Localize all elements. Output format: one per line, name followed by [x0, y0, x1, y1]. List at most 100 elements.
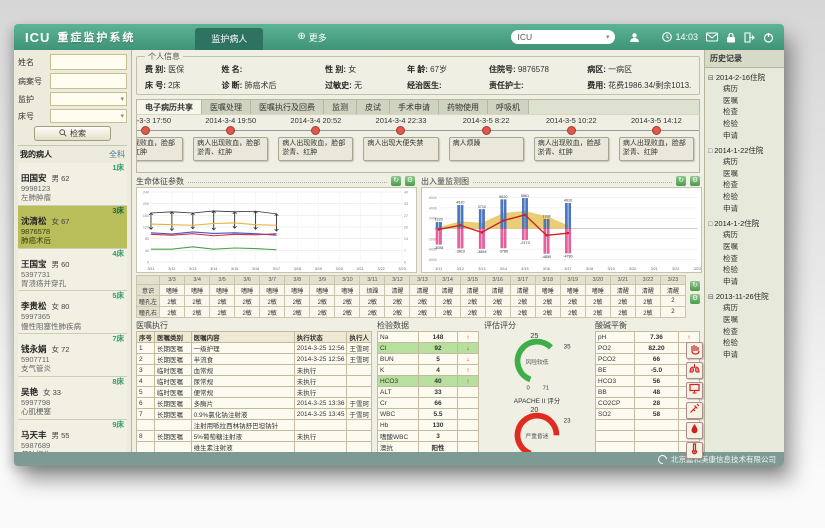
bed-select[interactable]: ▾ [50, 109, 127, 123]
tree-toggle-icon[interactable]: ⊟ [708, 294, 714, 301]
history-item[interactable]: 病历 [705, 83, 784, 95]
history-item[interactable]: 病历 [705, 156, 784, 168]
history-item[interactable]: 医嘱 [705, 95, 784, 107]
order-row[interactable]: 注射用哌拉西林钠舒巴坦钠针 [137, 420, 372, 431]
history-item[interactable]: 检查 [705, 106, 784, 118]
module-tab-6[interactable]: 手术申请 [390, 100, 439, 114]
svg-text:4510: 4510 [456, 201, 464, 205]
tab-my-patients[interactable]: 我的病人 [20, 149, 52, 160]
history-group-header[interactable]: □2014-1-22住院 [705, 145, 784, 156]
order-row[interactable]: 2长期医嘱半流食2014-3-25 12:56王雪珂 [137, 354, 372, 365]
logout-icon[interactable] [744, 32, 755, 43]
history-item[interactable]: 申请 [705, 276, 784, 288]
timeline-event[interactable]: 病人烦躁 [449, 137, 524, 161]
tree-toggle-icon[interactable]: □ [708, 221, 712, 228]
lungs-button[interactable] [686, 362, 703, 379]
module-tab-8[interactable]: 呼吸机 [488, 100, 529, 114]
main-panel: 个人信息 费 别: 医保姓 名: 性 别: 女年 龄: 67岁住院号: 9876… [132, 50, 704, 452]
patient-name-row: 沈清松女 67 [21, 215, 124, 227]
care-select[interactable]: ▾ [50, 92, 127, 106]
order-row[interactable]: 维生素注射液 [137, 442, 372, 453]
order-row[interactable]: 4临时医嘱尿常规未执行 [137, 376, 372, 387]
timeline-event[interactable]: 病人出现败血，脸部淤青、红肿 [193, 137, 268, 161]
power-icon[interactable] [763, 32, 774, 43]
history-item[interactable]: 检验 [705, 118, 784, 130]
patient-list-item[interactable]: 5床李贵松女 805997365慢性阻塞性肺疾病 [18, 291, 127, 334]
settings-icon[interactable]: ⚙ [690, 176, 700, 186]
settings-icon[interactable]: ⚙ [405, 176, 415, 186]
history-group-header[interactable]: □2014-1-2住院 [705, 218, 784, 229]
mail-icon[interactable] [706, 32, 718, 42]
tab-monitor-patients[interactable]: 监护病人 [195, 28, 263, 50]
refresh-icon[interactable]: ↻ [690, 281, 700, 291]
name-input[interactable] [50, 54, 127, 70]
monitor-button[interactable] [686, 382, 703, 399]
patient-list-item[interactable]: 4床王国宝男 605397731胃溃疡并穿孔 [18, 249, 127, 292]
module-tab-4[interactable]: 监测 [324, 100, 357, 114]
history-item[interactable]: 病历 [705, 229, 784, 241]
user-icon[interactable] [629, 32, 640, 43]
settings-icon[interactable]: ⚙ [690, 294, 700, 304]
refresh-icon[interactable]: ↻ [676, 176, 686, 186]
module-tab-5[interactable]: 皮试 [357, 100, 390, 114]
department-select[interactable]: ICU ▾ [511, 30, 615, 44]
lock-icon[interactable] [726, 32, 736, 43]
order-row[interactable]: 7长期医嘱0.9%氯化钠注射液2014-3-25 13:45于雪珂 [137, 409, 372, 420]
tree-toggle-icon[interactable]: ⊟ [708, 75, 714, 82]
history-item[interactable]: 检查 [705, 179, 784, 191]
module-tab-1[interactable]: 电子病历共享 [137, 100, 202, 114]
history-item[interactable]: 检验 [705, 337, 784, 349]
history-item[interactable]: 检查 [705, 326, 784, 338]
order-row[interactable]: 5临时医嘱便常规未执行 [137, 387, 372, 398]
history-item[interactable]: 医嘱 [705, 168, 784, 180]
hand-button[interactable] [686, 342, 703, 359]
obs-cell: 清醒 [385, 285, 410, 296]
patient-list-item[interactable]: 7床钱永娟女 725907711支气管炎 [18, 334, 127, 377]
obs-row-label: 瞳孔右 [137, 307, 160, 318]
iv-drop-button[interactable] [686, 422, 703, 439]
patient-list-item[interactable]: 8床吴艳女 335997798心肌梗塞 [18, 377, 127, 420]
tab-more[interactable]: ⊕ 更多 [297, 31, 326, 44]
case-number-input[interactable] [50, 73, 127, 89]
history-item[interactable]: 医嘱 [705, 314, 784, 326]
thermometer-button[interactable] [686, 442, 703, 459]
order-row[interactable]: 8长期医嘱5%葡萄糖注射液未执行 [137, 431, 372, 442]
tab-all-department[interactable]: 全科 [109, 149, 125, 160]
syringe-button[interactable] [686, 402, 703, 419]
module-tab-7[interactable]: 药物使用 [439, 100, 488, 114]
timeline-event[interactable]: 病人出现败血，脸部淤青、红肿 [534, 137, 609, 161]
history-group-header[interactable]: ⊟2014-2-16住院 [705, 72, 784, 83]
module-tab-3[interactable]: 医嘱执行及回费 [251, 100, 324, 114]
patient-list-item[interactable]: 3床沈清松女 679876578肺癌术后 [18, 206, 127, 249]
timeline-event[interactable]: 病人出现败血，脸部淤青、红肿 [619, 137, 694, 161]
lab-name: ALT [378, 387, 419, 398]
timeline-event[interactable]: 病人出现败血，脸部淤青、红肿 [136, 137, 183, 161]
order-row[interactable]: 1长期医嘱一级护理2014-3-25 12:56王雪珂 [137, 343, 372, 354]
history-group-header[interactable]: ⊟2013-11-26住院 [705, 291, 784, 302]
order-row[interactable]: 6长期医嘱多酶片2014-3-25 13:36于雪珂 [137, 398, 372, 409]
history-group: □2014-1-22住院病历医嘱检查检验申请 [705, 145, 784, 214]
order-cell: 5 [137, 387, 155, 398]
io-title: 出入量监测图 [421, 176, 469, 187]
tree-toggle-icon[interactable]: □ [708, 148, 712, 155]
refresh-icon[interactable]: ↻ [391, 176, 401, 186]
obs-cell: 嗜睡 [310, 285, 335, 296]
lab-name: 澳抗 [378, 442, 419, 453]
history-item[interactable]: 检验 [705, 264, 784, 276]
timeline-event[interactable]: 病人出现败血，脸部淤青、红肿 [278, 137, 353, 161]
history-item[interactable]: 申请 [705, 130, 784, 142]
bed-label: 9床 [21, 421, 124, 429]
obs-date: 3/9 [310, 276, 335, 285]
timeline-event[interactable]: 病人出现大便失禁 [363, 137, 438, 161]
history-item[interactable]: 检查 [705, 253, 784, 265]
history-item[interactable]: 病历 [705, 302, 784, 314]
search-button[interactable]: 检索 [34, 126, 110, 141]
history-item[interactable]: 申请 [705, 203, 784, 215]
patient-list-item[interactable]: 1床田国安男 629998123左肺肿瘤 [18, 163, 127, 206]
history-item[interactable]: 申请 [705, 349, 784, 361]
history-item[interactable]: 检验 [705, 191, 784, 203]
history-item[interactable]: 医嘱 [705, 241, 784, 253]
module-tab-2[interactable]: 医嘱处理 [202, 100, 251, 114]
obs-cell: 嗜睡 [235, 285, 260, 296]
order-row[interactable]: 3临时医嘱血常规未执行 [137, 365, 372, 376]
